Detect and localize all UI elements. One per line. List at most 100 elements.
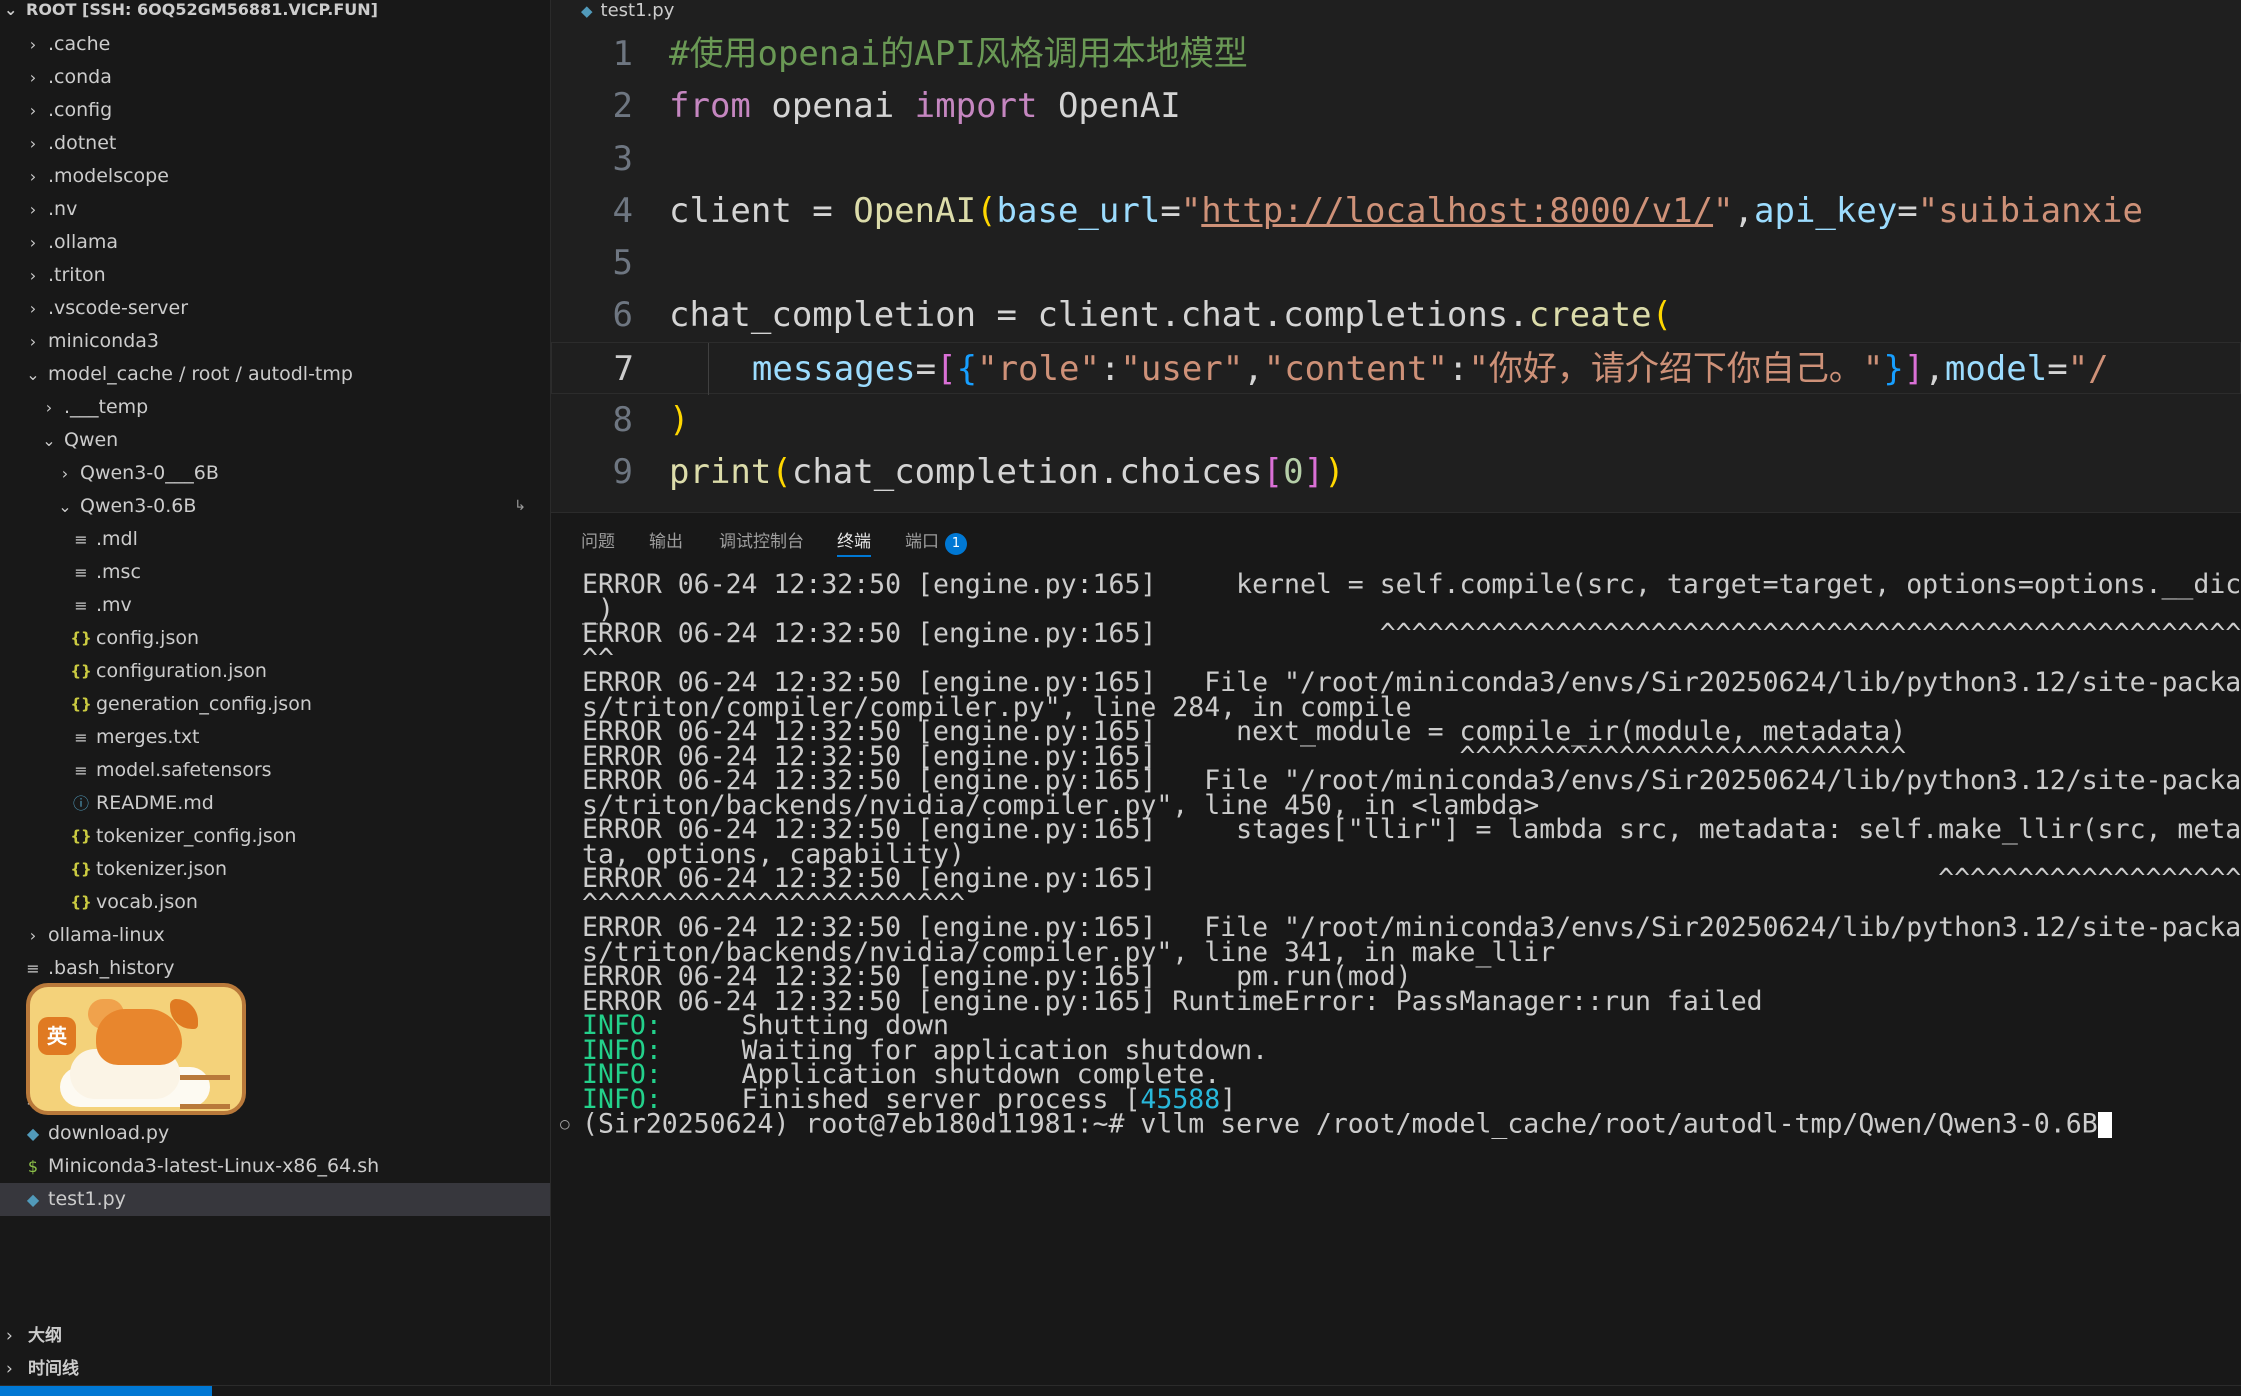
- tree-folder[interactable]: › .___temp: [0, 391, 550, 424]
- editor-tab-label: test1.py: [600, 0, 675, 21]
- parameter: base_url: [996, 190, 1161, 231]
- tree-item-label: .___temp: [64, 396, 149, 418]
- tree-item-label: .msc: [96, 561, 141, 583]
- tree-item-label: Miniconda3-latest-Linux-x86_64.sh: [48, 1155, 380, 1177]
- tree-file[interactable]: ⓘ README.md: [0, 787, 550, 820]
- tab-ports[interactable]: 端口 1: [905, 529, 967, 555]
- terminal-line: ERROR 06-24 12:32:50 [engine.py:165] ker…: [582, 569, 2241, 600]
- code-line: 5: [551, 237, 2241, 289]
- tree-folder[interactable]: › .nv: [0, 193, 550, 226]
- tree-file[interactable]: ◆ test1.py: [0, 1183, 550, 1216]
- chevron-down-icon: ⌄: [4, 0, 18, 19]
- line-number: 5: [612, 243, 633, 284]
- chevron-right-icon: ›: [29, 926, 37, 945]
- tree-folder[interactable]: ⌄ model_cache / root / autodl-tmp: [0, 358, 550, 391]
- tree-file[interactable]: ◆ download.py: [0, 1117, 550, 1150]
- tree-file[interactable]: ≡ merges.txt: [0, 721, 550, 754]
- tree-folder[interactable]: › .config: [0, 94, 550, 127]
- line-number: 6: [612, 295, 633, 336]
- tree-file[interactable]: ≡ .msc: [0, 556, 550, 589]
- tree-folder[interactable]: › .triton: [0, 259, 550, 292]
- json-file-icon: {}: [70, 827, 92, 845]
- bracket: }: [1883, 348, 1904, 389]
- tree-file[interactable]: ≡ .bash_history: [0, 952, 550, 985]
- bracket: {: [956, 348, 978, 389]
- text-file-icon: ≡: [74, 530, 88, 549]
- bottom-panel: 问题 输出 调试控制台 终端 端口 1 ERROR 06-24 12:32:50 …: [551, 512, 2241, 1385]
- terminal-cursor: [2097, 1112, 2112, 1138]
- code-comment: #使用openai的API风格调用本地模型: [669, 34, 1248, 74]
- operator: ,: [1243, 348, 1264, 389]
- bracket: [: [1262, 452, 1284, 493]
- code-line: 9 print(chat_completion.choices[0]): [551, 446, 2241, 498]
- bracket: [: [936, 348, 957, 389]
- terminal-prompt-line[interactable]: ○ (Sir20250624) root@7eb180d11981:~# vllm…: [560, 1108, 2241, 1140]
- tree-folder[interactable]: › .conda: [0, 61, 550, 94]
- status-bar: [0, 1385, 2241, 1396]
- code-area[interactable]: 1 #使用openai的API风格调用本地模型 2 from openai impo…: [551, 28, 2241, 499]
- tree-file[interactable]: $ Miniconda3-latest-Linux-x86_64.sh: [0, 1150, 550, 1183]
- tree-folder[interactable]: › Qwen3-0___6B: [0, 457, 550, 490]
- tab-problems[interactable]: 问题: [581, 529, 615, 555]
- explorer-root-header[interactable]: ⌄ ROOT [SSH: 6OQ52GM56881.VICP.FUN]: [0, 0, 550, 20]
- tree-file[interactable]: ≡ .mv: [0, 589, 550, 622]
- chevron-right-icon: ›: [61, 464, 69, 483]
- tree-folder[interactable]: › .modelscope: [0, 160, 550, 193]
- tree-folder[interactable]: › .vscode-server: [0, 292, 550, 325]
- function: create: [1528, 295, 1652, 336]
- bracket: ]: [1903, 348, 1925, 389]
- tab-debug-console[interactable]: 调试控制台: [719, 529, 804, 555]
- chevron-right-icon: ›: [45, 398, 53, 417]
- tree-item-label: merges.txt: [96, 726, 200, 748]
- terminal-prompt-text: (Sir20250624) root@7eb180d11981:~# vllm …: [582, 1108, 2098, 1140]
- tab-output[interactable]: 输出: [649, 529, 683, 555]
- python-file-icon: ◆: [26, 1190, 40, 1209]
- tree-file[interactable]: {} configuration.json: [0, 655, 550, 688]
- editor-tab[interactable]: ◆ test1.py: [551, 0, 2241, 22]
- function: OpenAI: [853, 190, 977, 231]
- tree-folder[interactable]: › .cache: [0, 28, 550, 61]
- shell-file-icon: $: [27, 1157, 39, 1176]
- tree-file[interactable]: {} tokenizer_config.json: [0, 820, 550, 853]
- code-line: 3: [551, 133, 2241, 185]
- tree-folder[interactable]: › .dotnet: [0, 127, 550, 160]
- tree-file[interactable]: ≡ .mdl: [0, 523, 550, 556]
- tree-folder[interactable]: › ollama-linux: [0, 919, 550, 952]
- line-number: 1: [612, 34, 633, 74]
- tree-folder[interactable]: › miniconda3: [0, 325, 550, 358]
- chevron-right-icon: ›: [29, 233, 37, 252]
- tree-file[interactable]: {} tokenizer.json: [0, 853, 550, 886]
- identifier: OpenAI: [1037, 86, 1181, 127]
- tree-item-label: model_cache / root / autodl-tmp: [48, 363, 353, 385]
- string: "suibianxie: [1917, 190, 2143, 231]
- text-file-icon: ≡: [74, 761, 88, 780]
- outline-panel-header[interactable]: › 大纲: [0, 1320, 550, 1353]
- tree-folder[interactable]: › .ollama: [0, 226, 550, 259]
- chevron-down-icon: ⌄: [42, 431, 56, 450]
- json-file-icon: {}: [70, 695, 92, 713]
- tree-file[interactable]: ≡ model.safetensors: [0, 754, 550, 787]
- code-editor[interactable]: ◆ test1.py 1 #使用openai的API风格调用本地模型 2 from o…: [551, 0, 2241, 512]
- tree-item-label: generation_config.json: [96, 693, 312, 715]
- tree-item-label: .dotnet: [48, 132, 117, 154]
- bracket: (: [976, 190, 997, 231]
- tree-item-label: .conda: [48, 66, 112, 88]
- tree-file[interactable]: {} vocab.json: [0, 886, 550, 919]
- tree-file[interactable]: {} config.json: [0, 622, 550, 655]
- tree-folder[interactable]: ⌄ Qwen3-0.6B ↳: [0, 490, 550, 523]
- tab-terminal[interactable]: 终端: [837, 529, 871, 557]
- tree-item-label: .triton: [48, 264, 106, 286]
- tree-folder[interactable]: ⌄ Qwen: [0, 424, 550, 457]
- identifier: client =: [669, 190, 854, 231]
- code-line: 1 #使用openai的API风格调用本地模型: [551, 28, 2241, 80]
- terminal-output[interactable]: ERROR 06-24 12:32:50 [engine.py:165] ker…: [560, 569, 2241, 1140]
- timeline-panel-header[interactable]: › 时间线: [0, 1353, 550, 1386]
- tree-file[interactable]: {} generation_config.json: [0, 688, 550, 721]
- json-file-icon: {}: [70, 860, 92, 878]
- text-file-icon: ≡: [26, 959, 40, 978]
- url-link[interactable]: http://localhost:8000/v1/: [1201, 191, 1713, 231]
- string: ": [1180, 190, 1202, 231]
- explorer-sidebar: ⌄ ROOT [SSH: 6OQ52GM56881.VICP.FUN] › .cac…: [0, 0, 551, 1395]
- line-number: 4: [612, 190, 633, 231]
- tree-item-label: config.json: [96, 627, 200, 649]
